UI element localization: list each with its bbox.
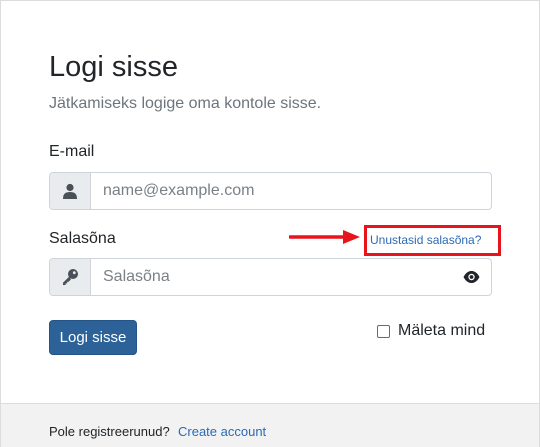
email-field[interactable] bbox=[91, 173, 491, 209]
arrow-right-icon bbox=[289, 230, 360, 244]
login-card-body: Logi sisse Jätkamiseks logige oma kontol… bbox=[1, 1, 539, 403]
page-subtitle: Jätkamiseks logige oma kontole sisse. bbox=[49, 95, 322, 112]
eye-icon[interactable] bbox=[451, 259, 491, 295]
footer-text: Pole registreerunud? bbox=[49, 424, 170, 439]
remember-checkbox[interactable] bbox=[377, 324, 390, 338]
create-account-link[interactable]: Create account bbox=[178, 424, 266, 439]
email-input-group bbox=[49, 172, 492, 210]
password-field[interactable] bbox=[91, 259, 451, 295]
password-input-group bbox=[49, 258, 492, 296]
login-card: Logi sisse Jätkamiseks logige oma kontol… bbox=[0, 0, 540, 447]
email-label: E-mail bbox=[49, 143, 95, 160]
card-footer: Pole registreerunud? Create account bbox=[1, 403, 539, 447]
login-button[interactable]: Logi sisse bbox=[49, 320, 137, 355]
user-icon bbox=[50, 173, 91, 209]
forgot-password-link[interactable]: Unustasid salasõna? bbox=[370, 233, 481, 247]
password-label: Salasõna bbox=[49, 230, 116, 247]
key-icon bbox=[50, 259, 91, 295]
remember-label: Mäleta mind bbox=[398, 322, 486, 339]
page-title: Logi sisse bbox=[49, 51, 178, 83]
remember-me[interactable]: Mäleta mind bbox=[377, 322, 485, 340]
